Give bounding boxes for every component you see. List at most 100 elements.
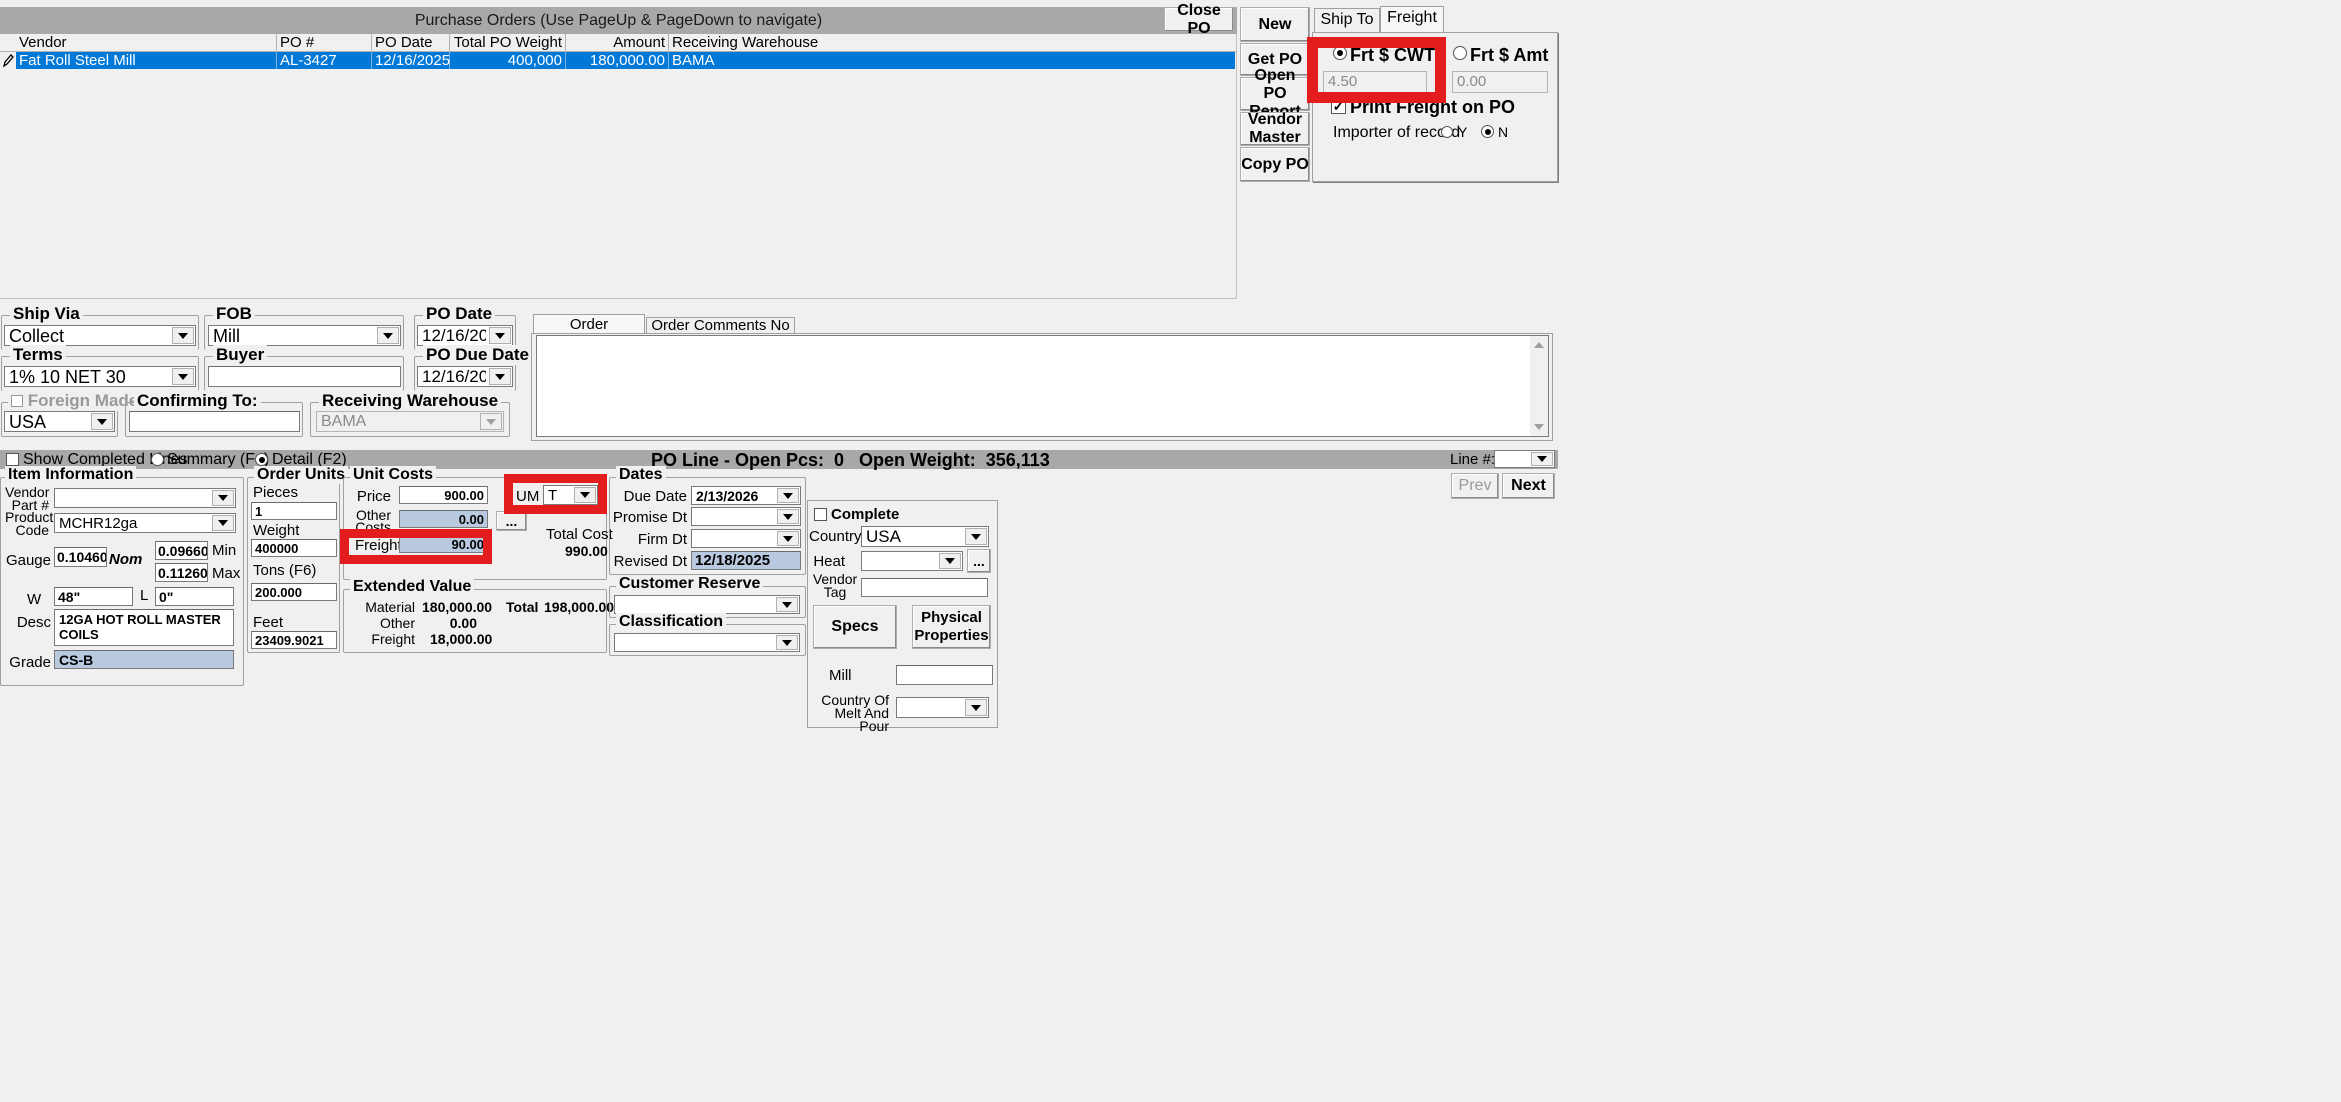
detail-radio[interactable] (255, 453, 268, 466)
importer-y-radio[interactable] (1441, 126, 1453, 138)
column-header-receiving-warehouse[interactable]: Receiving Warehouse (669, 34, 1235, 51)
customer-reserve-select[interactable] (614, 595, 800, 614)
cell-amount[interactable]: 180,000.00 (566, 52, 669, 69)
column-header-vendor[interactable]: Vendor (16, 34, 277, 51)
chevron-down-icon[interactable] (489, 368, 511, 385)
gauge-min-input[interactable]: 0.09660 (155, 541, 208, 560)
chevron-down-icon[interactable] (480, 413, 502, 430)
heat-select[interactable] (861, 551, 963, 571)
tab-ship-to[interactable]: Ship To (1314, 8, 1380, 32)
cell-receiving-warehouse[interactable]: BAMA (669, 52, 869, 69)
summary-radio[interactable] (151, 453, 164, 466)
cell-total-weight[interactable]: 400,000 (450, 52, 566, 69)
column-header-po-number[interactable]: PO # (277, 34, 372, 51)
chevron-down-icon[interactable] (777, 531, 799, 546)
heat-more-button[interactable]: ... (967, 549, 991, 573)
width-label: W (27, 591, 42, 608)
po-line-status: PO Line - Open Pcs: 0 Open Weight: 356,1… (651, 450, 1050, 470)
next-button[interactable]: Next (1502, 473, 1555, 499)
mill-input[interactable] (896, 665, 993, 685)
new-button[interactable]: New (1240, 7, 1310, 42)
cell-vendor[interactable]: Fat Roll Steel Mill (16, 52, 277, 69)
tons-input[interactable]: 200.000 (251, 583, 337, 601)
feet-input[interactable]: 23409.9021 (251, 631, 337, 649)
scroll-down-icon[interactable] (1534, 424, 1544, 430)
copy-po-button[interactable]: Copy PO (1240, 147, 1310, 182)
other-costs-more-button[interactable]: ... (496, 511, 527, 531)
width-input[interactable]: 48" (54, 587, 133, 606)
po-due-date-picker[interactable]: 12/16/2025 (417, 366, 513, 387)
complete-checkbox[interactable] (814, 508, 827, 521)
column-header-po-date[interactable]: PO Date (372, 34, 450, 51)
gauge-input[interactable]: 0.10460 (54, 547, 107, 567)
chevron-down-icon[interactable] (776, 597, 798, 612)
price-input[interactable]: 900.00 (399, 486, 488, 504)
mill-label: Mill (829, 667, 852, 684)
cell-po-number[interactable]: AL-3427 (277, 52, 372, 69)
tab-freight[interactable]: Freight (1380, 6, 1444, 33)
chevron-down-icon[interactable] (1531, 452, 1553, 466)
open-po-report-button[interactable]: Open PO Report (1240, 67, 1310, 120)
country-melt-select[interactable] (896, 697, 989, 718)
vendor-tag-input[interactable] (861, 578, 988, 597)
vendor-part-select[interactable] (54, 488, 236, 508)
foreign-made-select[interactable]: USA (4, 411, 115, 432)
po-date-picker[interactable]: 12/16/2025 (417, 325, 513, 346)
cell-po-date[interactable]: 12/16/2025 (372, 52, 450, 69)
importer-n-radio[interactable] (1481, 125, 1494, 138)
gauge-max-input[interactable]: 0.11260 (155, 563, 208, 582)
chevron-down-icon[interactable] (965, 528, 987, 545)
ext-freight-label: Freight (371, 631, 415, 647)
line-number-select[interactable] (1494, 450, 1555, 468)
specs-button[interactable]: Specs (813, 605, 897, 649)
chevron-down-icon[interactable] (939, 553, 961, 569)
chevron-down-icon[interactable] (172, 327, 194, 344)
chevron-down-icon[interactable] (965, 699, 987, 716)
product-code-select[interactable]: MCHR12ga (54, 513, 236, 533)
promise-date-picker[interactable] (691, 507, 801, 526)
ship-via-select[interactable]: Collect (4, 325, 196, 346)
tab-order-comments-no-print[interactable]: Order Comments No Print (646, 317, 795, 350)
chevron-down-icon[interactable] (212, 515, 234, 531)
column-header-total-weight[interactable]: Total PO Weight (450, 34, 566, 51)
physical-properties-button[interactable]: Physical Properties (912, 605, 991, 649)
column-header-amount[interactable]: Amount (566, 34, 669, 51)
due-date-picker[interactable]: 2/13/2026 (691, 486, 801, 505)
order-comments-textarea[interactable] (536, 335, 1549, 437)
chevron-down-icon[interactable] (377, 327, 399, 344)
other-costs-input[interactable]: 0.00 (399, 510, 488, 528)
tab-order-comments[interactable]: Order Comments (533, 314, 645, 352)
comments-scrollbar[interactable] (1530, 336, 1548, 436)
classification-select[interactable] (614, 633, 800, 652)
promise-date-label: Promise Dt (612, 509, 687, 526)
product-code-value: MCHR12ga (59, 515, 138, 532)
terms-select[interactable]: 1% 10 NET 30 (4, 366, 196, 387)
prev-button[interactable]: Prev (1451, 473, 1499, 499)
close-po-button[interactable]: Close PO (1164, 2, 1234, 37)
country-select[interactable]: USA (861, 526, 989, 547)
length-input[interactable]: 0" (155, 587, 234, 606)
desc-textarea[interactable]: 12GA HOT ROLL MASTER COILS (54, 609, 234, 646)
chevron-down-icon[interactable] (777, 488, 799, 503)
chevron-down-icon[interactable] (777, 509, 799, 524)
fob-select[interactable]: Mill (208, 325, 401, 346)
chevron-down-icon[interactable] (91, 413, 113, 430)
show-completed-checkbox[interactable] (6, 453, 19, 466)
confirming-to-input[interactable] (129, 411, 300, 432)
chevron-down-icon[interactable] (172, 368, 194, 385)
revised-date-input[interactable]: 12/18/2025 (691, 551, 801, 570)
chevron-down-icon[interactable] (776, 635, 798, 650)
chevron-down-icon[interactable] (212, 490, 234, 506)
receiving-warehouse-select[interactable]: BAMA (316, 411, 504, 432)
frt-amt-radio[interactable] (1453, 46, 1467, 60)
buyer-input[interactable] (208, 366, 401, 387)
frt-amt-input[interactable]: 0.00 (1452, 71, 1548, 93)
foreign-made-checkbox[interactable] (11, 395, 23, 407)
vendor-master-button[interactable]: Vendor Master (1240, 111, 1310, 146)
firm-date-picker[interactable] (691, 529, 801, 548)
chevron-down-icon[interactable] (489, 327, 511, 344)
scroll-up-icon[interactable] (1534, 342, 1544, 348)
grade-input[interactable]: CS-B (54, 650, 234, 669)
pieces-input[interactable]: 1 (251, 502, 337, 520)
weight-input[interactable]: 400000 (251, 539, 337, 557)
